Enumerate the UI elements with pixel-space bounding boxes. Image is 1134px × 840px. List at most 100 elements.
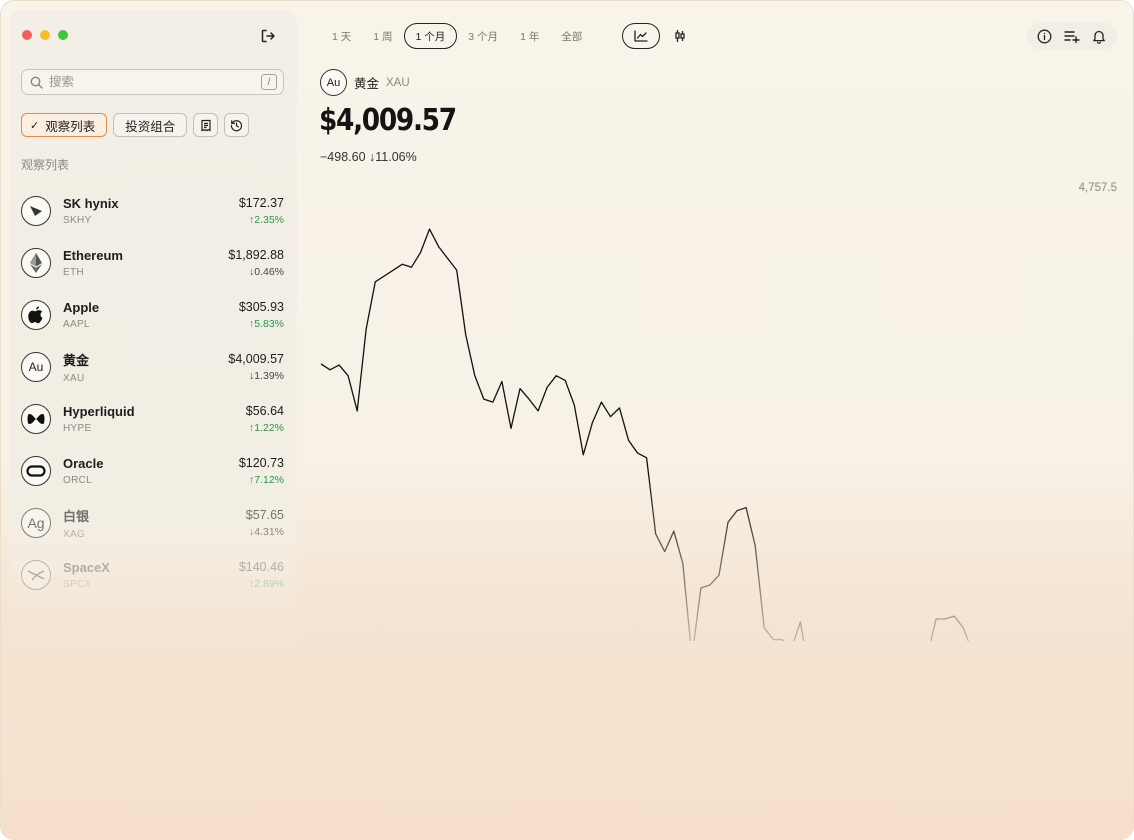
asset-logo [21,560,51,590]
oracle-icon [26,465,46,477]
watchlist-item-silver[interactable]: Ag 白银 XAG $57.65 ↓4.31% [21,497,284,549]
asset-name: 白银 [63,509,90,524]
asset-change: ↑2.89% [248,578,284,590]
tab-portfolio[interactable]: 投资组合 [113,113,188,137]
price-line [320,228,970,641]
search-shortcut-key: / [261,74,277,90]
asset-logo: Ag [21,508,51,538]
asset-logo [21,456,51,486]
asset-ticker: XAU [63,373,85,384]
asset-price: $120.73 [238,456,284,470]
tab-transactions[interactable] [193,113,219,137]
line-chart-icon [634,30,648,42]
asset-name: Ethereum [63,248,123,263]
minimize-window-button[interactable] [40,30,50,40]
asset-price: $4,009.57 [228,352,284,366]
price-change: −498.60 ↓11.06% [320,150,417,164]
watchlist-item-apple[interactable]: Apple AAPL $305.93 ↑5.83% [21,289,284,341]
price-chart[interactable] [301,191,1121,641]
maximize-window-button[interactable] [58,30,68,40]
add-to-list-button[interactable] [1060,24,1084,48]
watchlist-item-oracle[interactable]: Oracle ORCL $120.73 ↑7.12% [21,445,284,497]
asset-price: $56.64 [245,404,284,418]
line-chart-button[interactable] [622,23,660,49]
candlestick-icon [675,30,685,42]
asset-price: $140.46 [238,560,284,574]
hyperliquid-icon [27,414,45,424]
asset-change: ↑2.35% [248,214,284,226]
tab-portfolio-label: 投资组合 [125,119,176,134]
range-1d[interactable]: 1 天 [321,23,362,49]
asset-change: ↑5.83% [248,318,284,330]
asset-logo: Au [320,69,347,96]
watchlist: SK hynix SKHY $172.37 ↑2.35% Ethereum ET… [21,185,284,601]
tab-watchlist[interactable]: ✓ 观察列表 [21,113,108,137]
window-controls [22,30,68,40]
watchlist-item-gold[interactable]: Au 黄金 XAU $4,009.57 ↓1.39% [21,341,284,393]
watchlist-item-ethereum[interactable]: Ethereum ETH $1,892.88 ↓0.46% [21,237,284,289]
apple-icon [28,306,43,324]
tab-watchlist-label: 观察列表 [45,119,96,134]
info-button[interactable] [1033,24,1057,48]
asset-price: $172.37 [238,196,284,210]
search-input[interactable] [49,75,249,89]
asset-name: Hyperliquid [63,404,135,419]
ethereum-icon [30,253,42,273]
asset-change: ↑1.22% [248,422,284,434]
asset-logo: Au [21,352,51,382]
skhynix-logo-icon [30,206,42,216]
asset-header: Au 黄金 XAU [320,69,410,96]
time-range-selector: 1 天 1 周 1 个月 3 个月 1 年 全部 [321,23,593,49]
alerts-button[interactable] [1087,24,1111,48]
info-icon [1037,29,1052,43]
asset-ticker: AAPL [63,319,90,330]
tab-history[interactable] [224,113,250,137]
spacex-icon [27,570,45,581]
sidebar: / ✓ 观察列表 投资组合 观察列表 [10,10,297,650]
asset-change: ↓0.46% [248,266,284,278]
asset-ticker: XAU [386,76,410,89]
section-title: 观察列表 [21,158,70,172]
asset-logo [21,248,51,278]
asset-name: SpaceX [63,560,110,575]
asset-ticker: HYPE [63,423,92,434]
bell-icon [1093,30,1106,44]
asset-name: 黄金 [63,353,90,368]
watchlist-item-skhynix[interactable]: SK hynix SKHY $172.37 ↑2.35% [21,185,284,237]
range-1y[interactable]: 1 年 [509,23,550,49]
asset-ticker: ORCL [63,475,92,486]
history-icon [231,119,243,131]
current-price: $4,009.57 [319,103,457,138]
receipt-icon [201,119,211,132]
logout-button[interactable] [256,24,280,48]
close-window-button[interactable] [22,30,32,40]
asset-price: $1,892.88 [228,248,284,262]
watchlist-item-hyperliquid[interactable]: Hyperliquid HYPE $56.64 ↑1.22% [21,393,284,445]
range-1w[interactable]: 1 周 [362,23,403,49]
asset-ticker: XAG [63,529,86,540]
asset-ticker: ETH [63,267,84,278]
asset-ticker: SPCX [63,579,92,590]
asset-name: 黄金 [354,77,380,91]
check-icon: ✓ [30,119,40,132]
range-3m[interactable]: 3 个月 [457,23,509,49]
watchlist-item-spacex[interactable]: SpaceX SPCX $140.46 ↑2.89% [21,549,284,601]
app-window: / ✓ 观察列表 投资组合 观察列表 [0,0,1134,840]
asset-name: Apple [63,300,100,315]
add-to-list-icon [1064,30,1080,43]
asset-logo [21,404,51,434]
asset-logo [21,196,51,226]
asset-logo [21,300,51,330]
search-icon [30,76,43,89]
right-toolbar [1027,22,1117,50]
candlestick-button[interactable] [668,23,692,49]
asset-ticker: SKHY [63,215,92,226]
range-all[interactable]: 全部 [550,23,593,49]
sidebar-tabs: ✓ 观察列表 投资组合 [21,113,250,137]
asset-change: ↓1.39% [248,370,284,382]
range-1m[interactable]: 1 个月 [403,23,458,49]
asset-price: $305.93 [238,300,284,314]
asset-change: ↑7.12% [248,474,284,486]
search-box[interactable]: / [21,69,284,95]
asset-name: Oracle [63,456,104,471]
